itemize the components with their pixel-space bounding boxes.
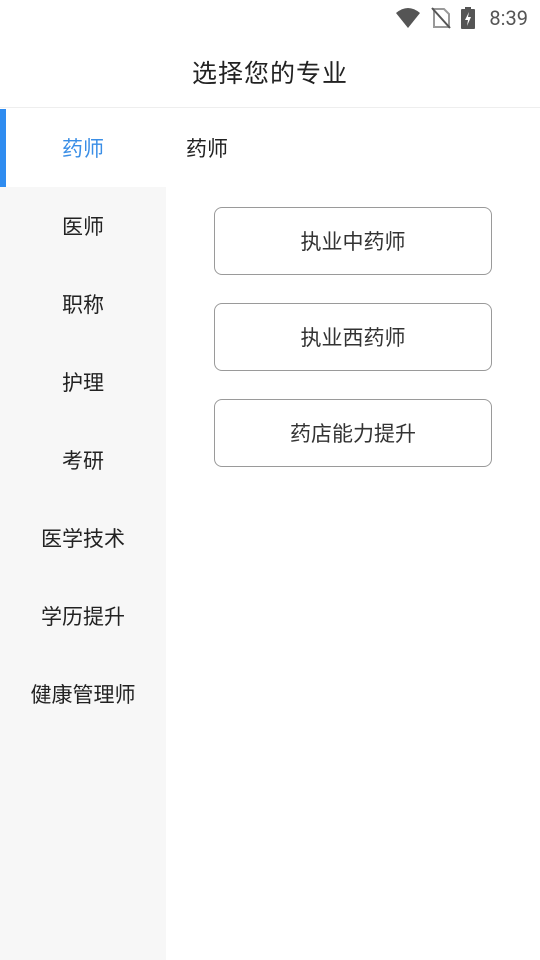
content-panel: 药师 执业中药师 执业西药师 药店能力提升 [166,109,540,960]
battery-charging-icon [461,7,476,29]
section-title: 药师 [186,137,228,161]
sidebar-item-title[interactable]: 职称 [0,265,166,343]
sidebar: 药师 医师 职称 护理 考研 医学技术 学历提升 健康管理师 [0,109,166,960]
sidebar-item-pharmacist[interactable]: 药师 [0,109,166,187]
sidebar-item-education[interactable]: 学历提升 [0,577,166,655]
sidebar-item-label: 考研 [62,449,104,473]
option-pharmacy-ability-button[interactable]: 药店能力提升 [214,399,492,467]
status-time: 8:39 [489,6,528,30]
option-label: 执业西药师 [300,326,406,350]
option-chinese-pharmacist-button[interactable]: 执业中药师 [214,207,492,275]
sidebar-item-label: 健康管理师 [30,683,136,707]
page-title: 选择您的专业 [191,58,348,88]
sidebar-item-physician[interactable]: 医师 [0,187,166,265]
option-label: 执业中药师 [300,230,406,254]
sidebar-item-label: 医学技术 [41,527,125,551]
no-sim-icon [431,7,452,29]
sidebar-item-label: 护理 [62,371,104,395]
option-western-pharmacist-button[interactable]: 执业西药师 [214,303,492,371]
sidebar-item-label: 职称 [62,293,104,317]
header: 选择您的专业 [0,36,540,108]
sidebar-item-label: 医师 [62,215,104,239]
sidebar-item-medical-tech[interactable]: 医学技术 [0,499,166,577]
sidebar-item-health-manager[interactable]: 健康管理师 [0,655,166,733]
sidebar-item-label: 药师 [62,137,104,161]
option-label: 药店能力提升 [290,422,416,446]
sidebar-item-label: 学历提升 [41,605,125,629]
wifi-icon [396,8,421,28]
status-bar: 8:39 [0,0,540,36]
sidebar-item-postgraduate[interactable]: 考研 [0,421,166,499]
sidebar-item-nursing[interactable]: 护理 [0,343,166,421]
